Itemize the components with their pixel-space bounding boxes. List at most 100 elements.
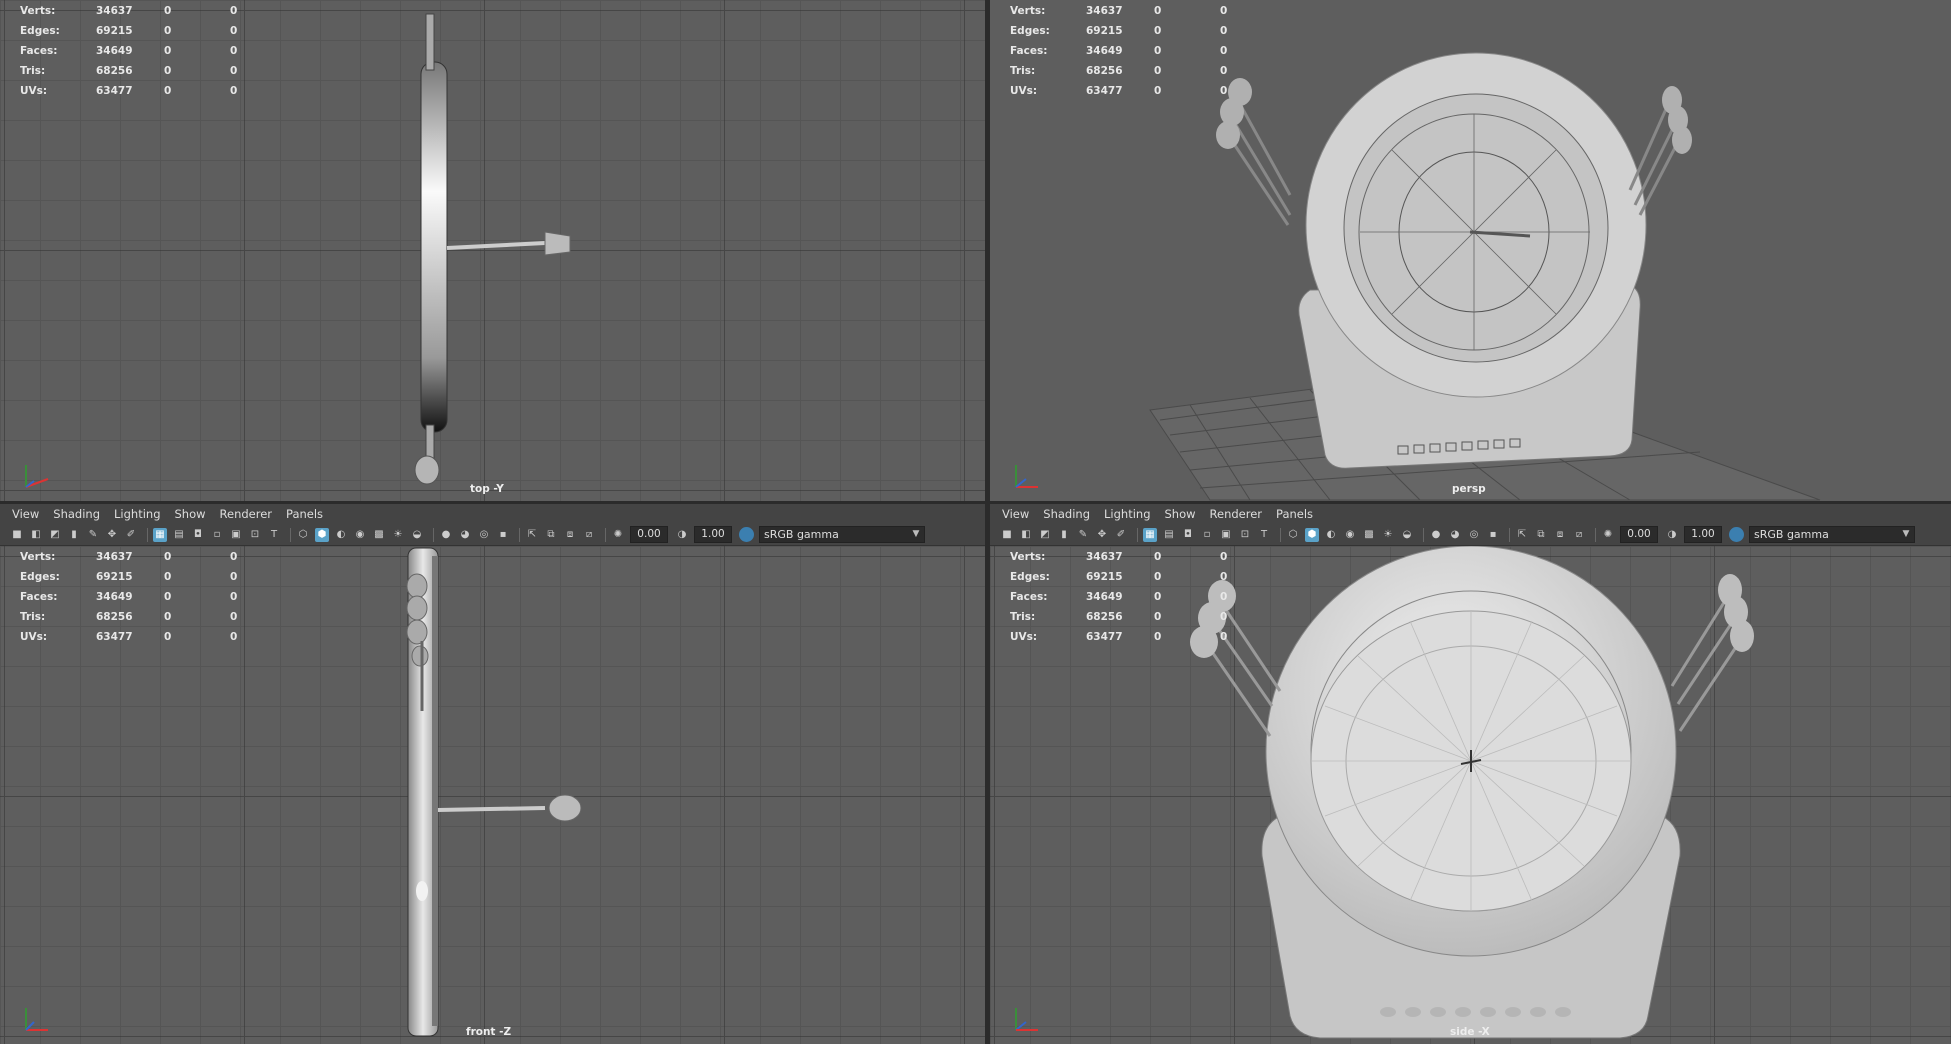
safe-title-icon[interactable]: T xyxy=(1257,528,1271,542)
wireframe-on-shaded-icon[interactable]: ◉ xyxy=(353,528,367,542)
menu-panels[interactable]: Panels xyxy=(1269,507,1320,521)
lights-icon[interactable]: ☀ xyxy=(1381,528,1395,542)
safe-action-icon[interactable]: ⊡ xyxy=(248,528,262,542)
bookmark-icon[interactable]: ▮ xyxy=(1057,528,1071,542)
camera-attributes-icon[interactable]: ◧ xyxy=(29,528,43,542)
gate-mask-icon[interactable]: ▫ xyxy=(210,528,224,542)
exposure-icon[interactable]: ✺ xyxy=(611,528,625,542)
menu-renderer[interactable]: Renderer xyxy=(213,507,280,521)
safe-title-icon[interactable]: T xyxy=(267,528,281,542)
grid-icon[interactable]: ▦ xyxy=(1143,527,1157,542)
wireframe-icon[interactable]: ⬡ xyxy=(296,528,310,542)
exposure-icon[interactable]: ✺ xyxy=(1601,528,1615,542)
wireframe-icon[interactable]: ⬡ xyxy=(1286,528,1300,542)
menu-lighting[interactable]: Lighting xyxy=(1097,507,1157,521)
viewport-side[interactable]: View Shading Lighting Show Renderer Pane… xyxy=(990,504,1951,1044)
default-material-icon[interactable]: ◐ xyxy=(1324,528,1338,542)
viewport-top[interactable]: Verts: 34637 0 0 Edges: 69215 0 0 Faces: 34649 0… xyxy=(0,0,985,501)
xray-joints-icon[interactable]: ⧈ xyxy=(1553,528,1567,542)
color-management-icon[interactable] xyxy=(739,527,754,542)
menu-shading[interactable]: Shading xyxy=(46,507,107,521)
gamma-icon[interactable]: ◑ xyxy=(1665,528,1679,542)
menu-panels[interactable]: Panels xyxy=(279,507,330,521)
screen-space-ao-icon[interactable]: ● xyxy=(1429,528,1443,542)
menu-renderer[interactable]: Renderer xyxy=(1203,507,1270,521)
image-plane-icon[interactable]: ✎ xyxy=(86,528,100,542)
resolution-gate-icon[interactable]: ◘ xyxy=(1181,528,1195,542)
gate-mask-icon[interactable]: ▫ xyxy=(1200,528,1214,542)
toolbar-separator xyxy=(290,527,291,542)
gamma-icon[interactable]: ◑ xyxy=(675,528,689,542)
menu-show[interactable]: Show xyxy=(1158,507,1203,521)
film-gate-icon[interactable]: ▤ xyxy=(1162,528,1176,542)
motion-blur-icon[interactable]: ◕ xyxy=(458,528,472,542)
backface-culling-icon[interactable]: ⧄ xyxy=(1572,528,1586,542)
grease-pencil-icon[interactable]: ✐ xyxy=(1114,528,1128,542)
exposure-field[interactable]: 0.00 xyxy=(630,526,668,543)
viewport-side-canvas[interactable]: Verts: 34637 0 0 Edges: 69215 0 0 Faces: 34649 0… xyxy=(990,546,1951,1044)
hud-row-verts: Verts: 34637 0 0 xyxy=(1010,551,1228,563)
backface-culling-icon[interactable]: ⧄ xyxy=(582,528,596,542)
menu-view[interactable]: View xyxy=(990,507,1036,521)
toolbar-separator xyxy=(433,527,434,542)
exposure-field[interactable]: 0.00 xyxy=(1620,526,1658,543)
textured-icon[interactable]: ▩ xyxy=(372,528,386,542)
xray-icon[interactable]: ⧉ xyxy=(1534,528,1548,542)
image-plane-icon[interactable]: ✎ xyxy=(1076,528,1090,542)
camera-icon[interactable]: ■ xyxy=(10,528,24,542)
bookmark-icon[interactable]: ▮ xyxy=(67,528,81,542)
gamma-field[interactable]: 1.00 xyxy=(694,526,732,543)
resolution-gate-icon[interactable]: ◘ xyxy=(191,528,205,542)
snapshot-icon[interactable]: ◩ xyxy=(48,528,62,542)
screen-space-ao-icon[interactable]: ● xyxy=(439,528,453,542)
xray-joints-icon[interactable]: ⧈ xyxy=(563,528,577,542)
camera-icon[interactable]: ■ xyxy=(1000,528,1014,542)
grid-icon[interactable]: ▦ xyxy=(153,527,167,542)
depth-of-field-icon[interactable]: ▪ xyxy=(496,528,510,542)
smooth-shade-icon[interactable]: ⬢ xyxy=(1305,527,1319,542)
menu-lighting[interactable]: Lighting xyxy=(107,507,167,521)
hud-row-faces: Faces: 34649 0 0 xyxy=(1010,45,1228,57)
grease-pencil-icon[interactable]: ✐ xyxy=(124,528,138,542)
color-space-dropdown[interactable]: sRGB gamma ▼ xyxy=(759,526,925,543)
shadows-icon[interactable]: ◒ xyxy=(1400,528,1414,542)
panel-menu-bar: View Shading Lighting Show Renderer Pane… xyxy=(990,504,1951,524)
anti-aliasing-icon[interactable]: ◎ xyxy=(1467,528,1481,542)
chevron-down-icon: ▼ xyxy=(912,529,920,539)
safe-action-icon[interactable]: ⊡ xyxy=(1238,528,1252,542)
viewport-front[interactable]: View Shading Lighting Show Renderer Pane… xyxy=(0,504,985,1044)
panel-toolbar: ■ ◧ ◩ ▮ ✎ ✥ ✐ ▦ ▤ ◘ ▫ ▣ ⊡ T ⬡ ⬢ ◐ ◉ ▩ ☀ … xyxy=(990,524,1951,546)
viewport-front-canvas[interactable]: Verts: 34637 0 0 Edges: 69215 0 0 Faces: 34649 0… xyxy=(0,546,985,1044)
anti-aliasing-icon[interactable]: ◎ xyxy=(477,528,491,542)
two-d-pan-icon[interactable]: ✥ xyxy=(105,528,119,542)
xray-icon[interactable]: ⧉ xyxy=(544,528,558,542)
lights-icon[interactable]: ☀ xyxy=(391,528,405,542)
menu-shading[interactable]: Shading xyxy=(1036,507,1097,521)
menu-show[interactable]: Show xyxy=(168,507,213,521)
viewport-top-canvas[interactable]: Verts: 34637 0 0 Edges: 69215 0 0 Faces: 34649 0… xyxy=(0,0,985,501)
hud-row-edges: Edges: 69215 0 0 xyxy=(1010,571,1228,583)
wireframe-on-shaded-icon[interactable]: ◉ xyxy=(1343,528,1357,542)
viewport-persp-canvas[interactable]: Verts: 34637 0 0 Edges: 69215 0 0 Faces: 34649 0… xyxy=(990,0,1951,501)
menu-view[interactable]: View xyxy=(0,507,46,521)
snapshot-icon[interactable]: ◩ xyxy=(1038,528,1052,542)
toolbar-separator xyxy=(1595,527,1596,542)
field-chart-icon[interactable]: ▣ xyxy=(229,528,243,542)
camera-attributes-icon[interactable]: ◧ xyxy=(1019,528,1033,542)
viewport-persp[interactable]: Verts: 34637 0 0 Edges: 69215 0 0 Faces: 34649 0… xyxy=(990,0,1951,501)
field-chart-icon[interactable]: ▣ xyxy=(1219,528,1233,542)
shadows-icon[interactable]: ◒ xyxy=(410,528,424,542)
film-gate-icon[interactable]: ▤ xyxy=(172,528,186,542)
color-management-icon[interactable] xyxy=(1729,527,1744,542)
motion-blur-icon[interactable]: ◕ xyxy=(1448,528,1462,542)
isolate-select-icon[interactable]: ⇱ xyxy=(525,528,539,542)
smooth-shade-icon[interactable]: ⬢ xyxy=(315,527,329,542)
gamma-field[interactable]: 1.00 xyxy=(1684,526,1722,543)
color-space-dropdown[interactable]: sRGB gamma ▼ xyxy=(1749,526,1915,543)
depth-of-field-icon[interactable]: ▪ xyxy=(1486,528,1500,542)
two-d-pan-icon[interactable]: ✥ xyxy=(1095,528,1109,542)
default-material-icon[interactable]: ◐ xyxy=(334,528,348,542)
hud-row-uvs: UVs: 63477 0 0 xyxy=(20,85,238,97)
textured-icon[interactable]: ▩ xyxy=(1362,528,1376,542)
isolate-select-icon[interactable]: ⇱ xyxy=(1515,528,1529,542)
